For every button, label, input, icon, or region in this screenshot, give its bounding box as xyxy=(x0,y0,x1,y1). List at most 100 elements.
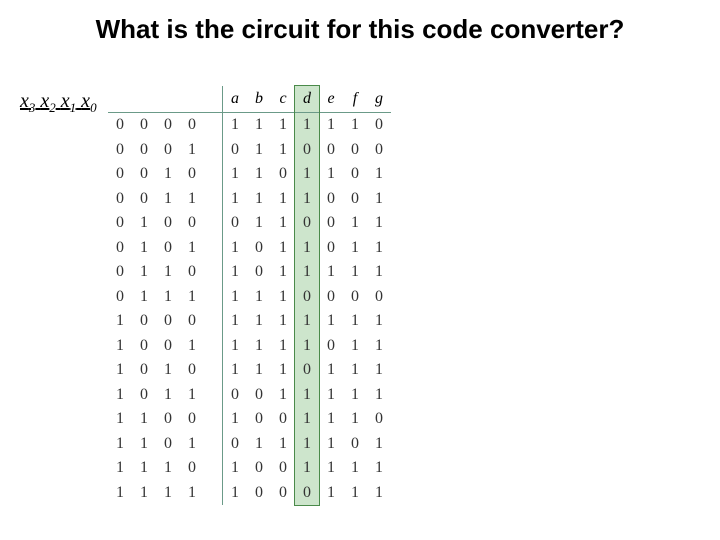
truth-table-container: a b c d e f g 00001111110000101100000010… xyxy=(108,86,391,505)
input-cell: 1 xyxy=(108,456,132,481)
input-cell: 1 xyxy=(108,309,132,334)
table-row: 11101001111 xyxy=(108,456,391,481)
output-cell: 0 xyxy=(343,432,367,457)
spacer xyxy=(204,456,223,481)
table-row: 00001111110 xyxy=(108,113,391,138)
output-cell: 0 xyxy=(247,260,271,285)
output-cell: 1 xyxy=(295,162,319,187)
spacer xyxy=(204,138,223,163)
input-cell: 0 xyxy=(132,383,156,408)
output-cell: 0 xyxy=(343,138,367,163)
table-row: 10001111111 xyxy=(108,309,391,334)
input-cell: 0 xyxy=(180,260,204,285)
output-cell: 1 xyxy=(247,358,271,383)
output-cell: 1 xyxy=(247,162,271,187)
truth-table: a b c d e f g 00001111110000101100000010… xyxy=(108,86,391,505)
input-cell: 1 xyxy=(156,358,180,383)
input-cell: 1 xyxy=(180,236,204,261)
input-cell: 1 xyxy=(180,334,204,359)
output-cell: 0 xyxy=(247,236,271,261)
input-cell: 1 xyxy=(108,334,132,359)
table-row: 10011111011 xyxy=(108,334,391,359)
input-cell: 1 xyxy=(180,138,204,163)
output-cell: 1 xyxy=(343,383,367,408)
output-cell: 0 xyxy=(223,432,247,457)
output-cell: 1 xyxy=(343,407,367,432)
output-cell: 0 xyxy=(343,162,367,187)
input-vars-header: x3 x2 x1 x0 xyxy=(20,90,97,116)
output-cell: 0 xyxy=(271,481,295,506)
output-cell: 1 xyxy=(295,113,319,138)
spacer xyxy=(204,86,223,113)
output-cell: 0 xyxy=(367,407,391,432)
spacer xyxy=(204,285,223,310)
input-cell: 1 xyxy=(180,285,204,310)
table-row: 10101110111 xyxy=(108,358,391,383)
output-cell: 1 xyxy=(247,211,271,236)
output-cell: 1 xyxy=(367,260,391,285)
output-cell: 1 xyxy=(367,334,391,359)
output-cell: 1 xyxy=(223,481,247,506)
input-cell: 0 xyxy=(108,260,132,285)
spacer xyxy=(204,309,223,334)
table-row: 00111111001 xyxy=(108,187,391,212)
input-cell: 0 xyxy=(108,187,132,212)
spacer xyxy=(204,481,223,506)
table-row: 01101011111 xyxy=(108,260,391,285)
col-a: a xyxy=(223,86,247,113)
output-cell: 1 xyxy=(295,383,319,408)
table-row: 10110011111 xyxy=(108,383,391,408)
output-cell: 1 xyxy=(319,260,343,285)
input-cell: 0 xyxy=(180,407,204,432)
input-cell: 1 xyxy=(132,456,156,481)
output-cell: 1 xyxy=(271,138,295,163)
output-cell: 1 xyxy=(295,309,319,334)
output-cell: 0 xyxy=(319,285,343,310)
output-cell: 0 xyxy=(295,358,319,383)
col-x0 xyxy=(180,86,204,113)
input-cell: 0 xyxy=(180,211,204,236)
output-cell: 1 xyxy=(367,481,391,506)
spacer xyxy=(204,211,223,236)
output-cell: 1 xyxy=(367,358,391,383)
output-cell: 1 xyxy=(295,334,319,359)
output-cell: 1 xyxy=(319,162,343,187)
col-x2 xyxy=(132,86,156,113)
input-cell: 0 xyxy=(132,358,156,383)
output-cell: 0 xyxy=(319,236,343,261)
input-cell: 0 xyxy=(108,138,132,163)
output-cell: 1 xyxy=(295,236,319,261)
output-cell: 0 xyxy=(223,383,247,408)
output-cell: 0 xyxy=(223,138,247,163)
output-cell: 0 xyxy=(295,211,319,236)
input-cell: 1 xyxy=(156,260,180,285)
output-cell: 1 xyxy=(223,309,247,334)
output-cell: 1 xyxy=(295,432,319,457)
output-cell: 1 xyxy=(223,162,247,187)
input-cell: 1 xyxy=(180,187,204,212)
input-cell: 1 xyxy=(132,236,156,261)
output-cell: 1 xyxy=(319,383,343,408)
col-x1 xyxy=(156,86,180,113)
table-header-row: a b c d e f g xyxy=(108,86,391,113)
output-cell: 0 xyxy=(343,187,367,212)
input-cell: 0 xyxy=(132,162,156,187)
output-cell: 1 xyxy=(295,187,319,212)
input-cell: 1 xyxy=(180,383,204,408)
input-cell: 0 xyxy=(156,113,180,138)
input-cell: 1 xyxy=(156,456,180,481)
output-cell: 1 xyxy=(271,211,295,236)
output-cell: 1 xyxy=(247,138,271,163)
output-cell: 0 xyxy=(319,187,343,212)
input-cell: 1 xyxy=(156,187,180,212)
output-cell: 1 xyxy=(367,309,391,334)
output-cell: 1 xyxy=(343,481,367,506)
output-cell: 1 xyxy=(223,236,247,261)
input-cell: 0 xyxy=(180,309,204,334)
table-row: 00010110000 xyxy=(108,138,391,163)
col-d: d xyxy=(295,86,319,113)
output-cell: 1 xyxy=(223,113,247,138)
input-cell: 0 xyxy=(108,113,132,138)
input-cell: 1 xyxy=(108,407,132,432)
col-g: g xyxy=(367,86,391,113)
